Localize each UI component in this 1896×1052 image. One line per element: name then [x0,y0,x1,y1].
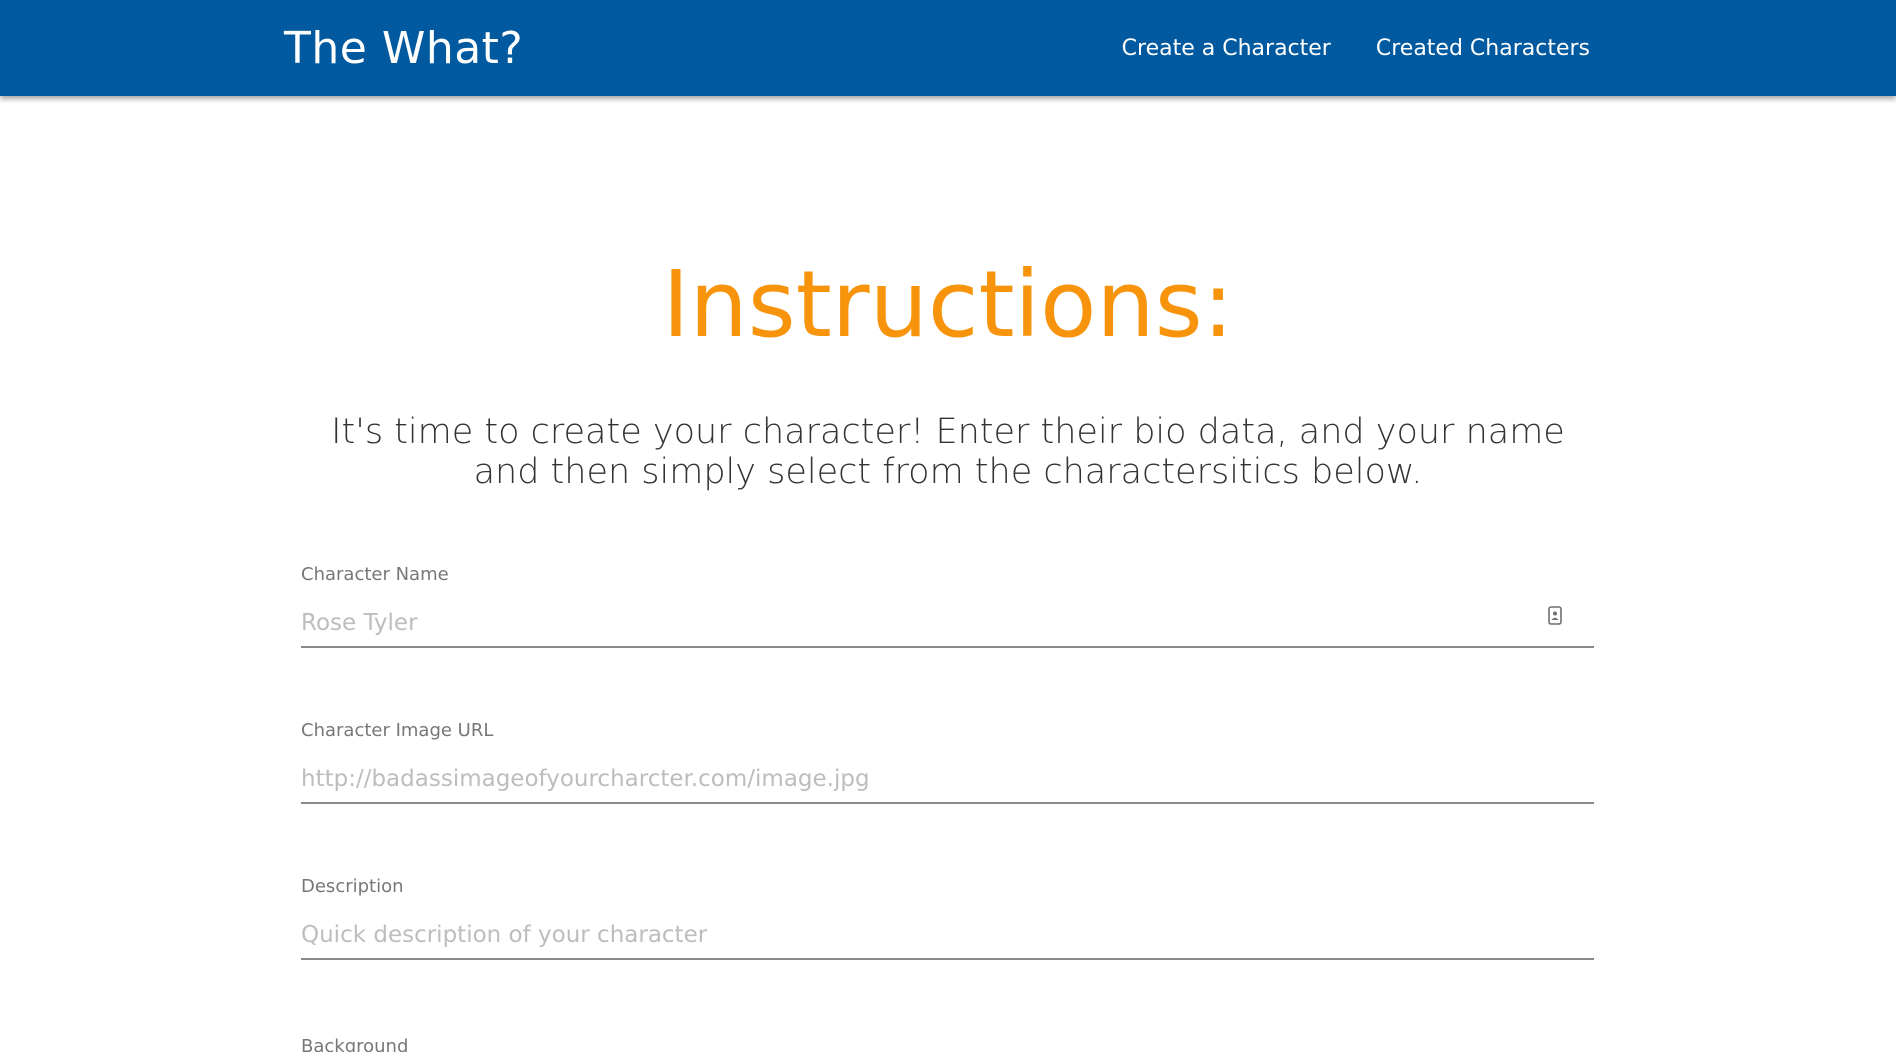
nav-created-characters-link[interactable]: Created Characters [1376,36,1590,61]
navbar: The What? Create a Character Created Cha… [0,0,1896,96]
contact-card-icon[interactable] [1548,606,1562,625]
description-input[interactable] [301,912,1594,960]
nav-links: Create a Character Created Characters [1077,0,1590,96]
character-name-label: Character Name [301,564,449,585]
character-image-url-label: Character Image URL [301,720,494,741]
character-image-url-input[interactable] [301,756,1594,804]
page: The What? Create a Character Created Cha… [0,0,1896,1052]
instructions-text: It's time to create your character! Ente… [331,412,1565,492]
background-label: Background [301,1036,409,1052]
instructions-title: Instructions: [662,251,1234,358]
description-label: Description [301,876,404,897]
character-name-input[interactable] [301,600,1594,648]
nav-create-character-link[interactable]: Create a Character [1122,36,1331,61]
brand-link[interactable]: The What? [284,20,523,78]
